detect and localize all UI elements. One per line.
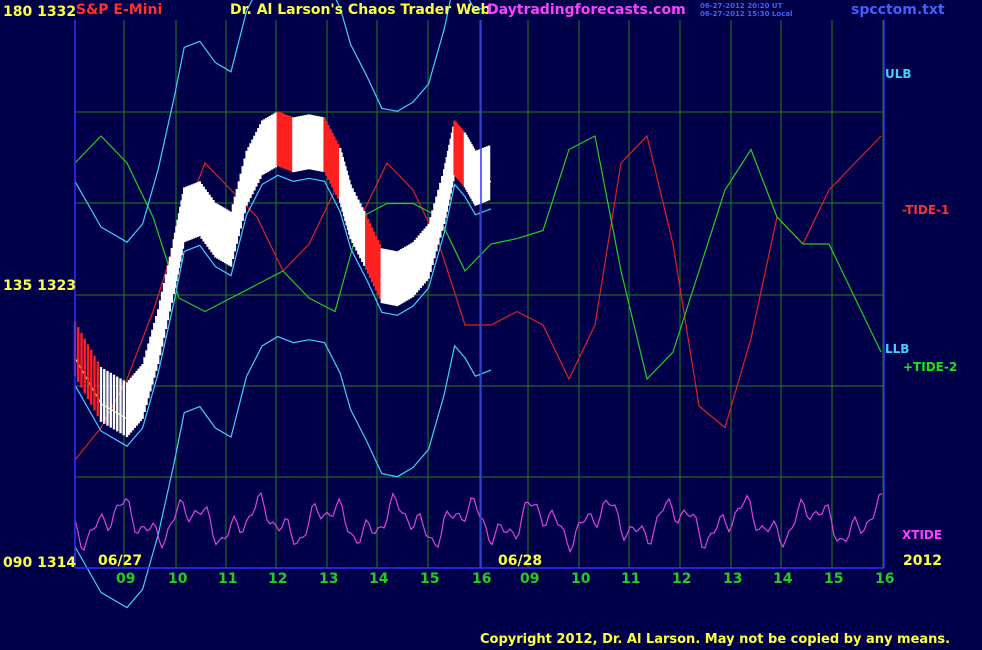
price-bar — [119, 378, 122, 434]
hour-tick-label: 12 — [268, 571, 288, 587]
price-bar — [90, 349, 93, 405]
llb-label: LLB — [885, 342, 910, 356]
price-bar — [109, 372, 112, 428]
hour-tick-label: 14 — [773, 571, 793, 587]
grid-lines — [75, 20, 884, 568]
ulb-label: ULB — [885, 67, 912, 81]
y-label-top: 180 1332 — [3, 4, 77, 20]
year-label: 2012 — [903, 553, 942, 569]
hour-tick-label: 11 — [218, 571, 238, 587]
tide2-label: +TIDE-2 — [903, 360, 958, 374]
price-bar — [93, 355, 96, 411]
page-title: Dr. Al Larson's Chaos Trader Web — [230, 2, 491, 18]
hour-tick-label: 09 — [116, 571, 136, 587]
hour-tick-label: 15 — [420, 571, 440, 587]
hour-tick-label: 14 — [369, 571, 389, 587]
price-bar — [112, 374, 116, 430]
price-chart — [73, 0, 885, 609]
indicator-curves — [74, 0, 883, 609]
hour-tick-label: 16 — [875, 571, 895, 587]
price-bar — [77, 327, 80, 382]
price-bar — [80, 332, 83, 388]
hour-tick-label: 13 — [319, 571, 339, 587]
xtide-line — [74, 491, 883, 554]
hour-tick-label: 16 — [472, 571, 492, 587]
hour-tick-label: 12 — [672, 571, 692, 587]
hour-tick-label: 10 — [571, 571, 591, 587]
data-file-name: spcctom.txt — [851, 2, 945, 18]
date-label-2: 06/28 — [498, 553, 543, 569]
price-bar — [96, 361, 99, 417]
y-label-mid: 135 1323 — [3, 278, 77, 294]
price-bar — [106, 370, 109, 426]
hour-tick-label: 15 — [824, 571, 844, 587]
xtide-label: XTIDE — [902, 528, 943, 542]
price-bar — [103, 368, 106, 424]
tide1-label: -TIDE-1 — [902, 203, 950, 217]
timestamp-ut: 06-27-2012 20:20 UT — [700, 2, 783, 10]
price-bar — [487, 145, 491, 201]
hour-tick-label: 09 — [520, 571, 540, 587]
price-bar — [83, 338, 86, 394]
site-link[interactable]: Daytradingforecasts.com — [487, 2, 686, 18]
hour-tick-label: 10 — [168, 571, 188, 587]
date-label-1: 06/27 — [98, 553, 143, 569]
price-bar — [116, 376, 119, 432]
copyright-notice: Copyright 2012, Dr. Al Larson. May not b… — [480, 632, 951, 647]
price-bar — [86, 344, 90, 400]
timestamp-local: 06-27-2012 15:30 Local — [700, 10, 793, 18]
price-bar — [99, 367, 103, 422]
hour-tick-label: 11 — [621, 571, 641, 587]
price-bar — [122, 380, 125, 436]
hour-tick-label: 13 — [723, 571, 743, 587]
symbol-label: S&P E-Mini — [76, 2, 163, 18]
y-label-bottom: 090 1314 — [3, 555, 77, 571]
